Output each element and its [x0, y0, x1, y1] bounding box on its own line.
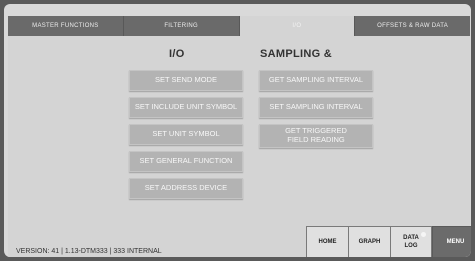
- graph-button[interactable]: GRAPH: [348, 226, 390, 257]
- tab-offsets-raw-data[interactable]: OFFSETS & RAW DATA: [355, 16, 470, 36]
- io-heading: I/O: [169, 48, 185, 60]
- tab-bar: MASTER FUNCTIONS FILTERING I/O OFFSETS &…: [8, 16, 470, 36]
- get-sampling-interval-button[interactable]: GET SAMPLING INTERVAL: [259, 70, 373, 91]
- data-log-button[interactable]: DATA LOG: [390, 226, 432, 257]
- home-button[interactable]: HOME: [306, 226, 348, 257]
- tab-io[interactable]: I/O: [239, 16, 356, 36]
- data-log-label: DATA LOG: [403, 235, 419, 249]
- indicator-dot-icon: [421, 232, 426, 237]
- tab-master-functions[interactable]: MASTER FUNCTIONS: [8, 16, 124, 36]
- io-panel: I/O SAMPLING & SET SEND MODE SET INCLUDE…: [8, 36, 470, 257]
- set-address-device-button[interactable]: SET ADDRESS DEVICE: [129, 178, 243, 199]
- set-sampling-interval-button[interactable]: SET SAMPLING INTERVAL: [259, 97, 373, 118]
- tab-filtering[interactable]: FILTERING: [124, 16, 240, 36]
- set-general-function-button[interactable]: SET GENERAL FUNCTION: [129, 151, 243, 172]
- set-send-mode-button[interactable]: SET SEND MODE: [129, 70, 243, 91]
- set-unit-symbol-button[interactable]: SET UNIT SYMBOL: [129, 124, 243, 145]
- get-triggered-field-reading-button[interactable]: GET TRIGGERED FIELD READING: [259, 124, 373, 148]
- set-include-unit-symbol-button[interactable]: SET INCLUDE UNIT SYMBOL: [129, 97, 243, 118]
- sampling-heading: SAMPLING &: [260, 48, 333, 60]
- menu-button[interactable]: MENU: [432, 226, 471, 257]
- version-label: VERSION: 41 | 1.13-DTM333 | 333 INTERNAL: [16, 248, 162, 255]
- device-screen: MASTER FUNCTIONS FILTERING I/O OFFSETS &…: [4, 4, 471, 257]
- bottom-nav: HOME GRAPH DATA LOG MENU: [306, 226, 471, 257]
